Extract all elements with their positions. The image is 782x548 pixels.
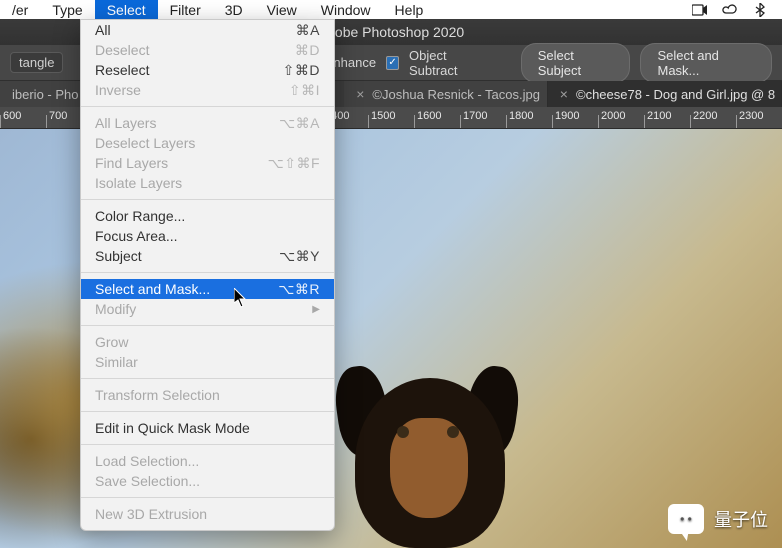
app-title: Adobe Photoshop 2020	[318, 24, 464, 40]
menu-item-isolate-layers: Isolate Layers	[81, 173, 334, 193]
menu-item-reselect[interactable]: Reselect ⇧⌘D	[81, 60, 334, 80]
menu-item-load-selection: Load Selection...	[81, 451, 334, 471]
menu-item-label: Inverse	[95, 82, 141, 98]
menu-separator	[81, 106, 334, 107]
menu-item-shortcut: ⌥⌘R	[278, 281, 320, 298]
menu-separator	[81, 497, 334, 498]
menu-item-color-range[interactable]: Color Range...	[81, 206, 334, 226]
document-tab[interactable]: × ©cheese78 - Dog and Girl.jpg @ 8	[548, 81, 782, 107]
menu-item-label: Deselect	[95, 42, 149, 58]
menu-item-label: Modify	[95, 301, 136, 317]
menu-item-shortcut: ⌥⌘A	[279, 115, 320, 132]
bluetooth-icon[interactable]	[752, 3, 768, 17]
menu-select[interactable]: Select	[95, 0, 158, 19]
watermark: • • 量子位	[668, 504, 768, 534]
menu-item-save-selection: Save Selection...	[81, 471, 334, 491]
menu-filter[interactable]: Filter	[158, 0, 213, 19]
menu-separator	[81, 199, 334, 200]
menu-item-similar: Similar	[81, 352, 334, 372]
creative-cloud-icon[interactable]	[722, 3, 738, 17]
menu-separator	[81, 411, 334, 412]
opt-enhance-label: nhance	[333, 55, 376, 70]
menu-3d[interactable]: 3D	[213, 0, 255, 19]
watermark-icon: • •	[668, 504, 704, 534]
menu-item-modify: Modify ▶	[81, 299, 334, 319]
menu-item-new-3d-extrusion: New 3D Extrusion	[81, 504, 334, 524]
menu-item-label: Transform Selection	[95, 387, 220, 403]
watermark-text: 量子位	[714, 506, 768, 532]
tab-title: ©cheese78 - Dog and Girl.jpg @ 8	[576, 87, 775, 102]
document-tab[interactable]: iberio - Pho	[0, 81, 90, 107]
menu-separator	[81, 378, 334, 379]
menu-item-label: All	[95, 22, 111, 38]
menu-item-focus-area[interactable]: Focus Area...	[81, 226, 334, 246]
menu-item-shortcut: ⌥⇧⌘F	[268, 155, 320, 172]
menu-item-shortcut: ⇧⌘D	[283, 62, 320, 79]
tool-preset-chip[interactable]: tangle	[10, 52, 63, 73]
menu-item-label: Find Layers	[95, 155, 168, 171]
menu-item-transform-selection: Transform Selection	[81, 385, 334, 405]
menu-window[interactable]: Window	[309, 0, 383, 19]
menu-item-label: Load Selection...	[95, 453, 199, 469]
menu-item-shortcut: ⌘D	[295, 42, 320, 59]
menu-item-grow: Grow	[81, 332, 334, 352]
object-subtract-label: Object Subtract	[409, 48, 491, 78]
tab-title: ©Joshua Resnick - Tacos.jpg	[372, 87, 540, 102]
menu-item-label: Save Selection...	[95, 473, 200, 489]
menu-item-shortcut: ⌥⌘Y	[279, 248, 320, 265]
tab-title: iberio - Pho	[12, 87, 78, 102]
menu-item-deselect: Deselect ⌘D	[81, 40, 334, 60]
menu-separator	[81, 444, 334, 445]
menu-item-label: Subject	[95, 248, 142, 264]
menu-item-all-layers: All Layers ⌥⌘A	[81, 113, 334, 133]
photo-subject-dog	[335, 348, 535, 548]
menu-item-label: Grow	[95, 334, 128, 350]
close-icon[interactable]: ×	[356, 87, 364, 101]
menu-item-label: Deselect Layers	[95, 135, 195, 151]
menu-item-label: Similar	[95, 354, 138, 370]
menu-item-shortcut: ⇧⌘I	[289, 82, 320, 99]
menu-type[interactable]: Type	[40, 0, 94, 19]
select-and-mask-button[interactable]: Select and Mask...	[640, 43, 772, 83]
system-menubar: /er Type Select Filter 3D View Window He…	[0, 0, 782, 19]
submenu-arrow-icon: ▶	[312, 304, 320, 315]
menu-item-label: Reselect	[95, 62, 149, 78]
menu-item-label: New 3D Extrusion	[95, 506, 207, 522]
menu-item-find-layers: Find Layers ⌥⇧⌘F	[81, 153, 334, 173]
select-menu-dropdown: All ⌘A Deselect ⌘D Reselect ⇧⌘D Inverse ⇧⌘I All …	[80, 19, 335, 531]
select-subject-button[interactable]: Select Subject	[521, 43, 631, 83]
menu-view[interactable]: View	[255, 0, 309, 19]
close-icon[interactable]: ×	[560, 87, 568, 101]
menu-item-shortcut: ⌘A	[296, 22, 320, 39]
menu-item-label: Select and Mask...	[95, 281, 210, 297]
menu-separator	[81, 272, 334, 273]
menu-item-label: Focus Area...	[95, 228, 177, 244]
document-tab[interactable]: × ©Joshua Resnick - Tacos.jpg	[344, 81, 548, 107]
menu-item-label: Isolate Layers	[95, 175, 182, 191]
menu-help[interactable]: Help	[383, 0, 436, 19]
menu-layer[interactable]: /er	[0, 0, 40, 19]
object-subtract-checkbox[interactable]	[386, 56, 399, 70]
record-icon[interactable]	[692, 3, 708, 17]
menubar-tray	[692, 3, 782, 17]
menu-item-select-and-mask[interactable]: Select and Mask... ⌥⌘R	[81, 279, 334, 299]
menu-item-label: Edit in Quick Mask Mode	[95, 420, 250, 436]
menu-item-deselect-layers: Deselect Layers	[81, 133, 334, 153]
menu-separator	[81, 325, 334, 326]
menu-item-subject[interactable]: Subject ⌥⌘Y	[81, 246, 334, 266]
menu-item-edit-in-quick-mask-mode[interactable]: Edit in Quick Mask Mode	[81, 418, 334, 438]
menu-item-label: Color Range...	[95, 208, 185, 224]
menu-item-inverse: Inverse ⇧⌘I	[81, 80, 334, 100]
menu-item-all[interactable]: All ⌘A	[81, 20, 334, 40]
menu-item-label: All Layers	[95, 115, 156, 131]
